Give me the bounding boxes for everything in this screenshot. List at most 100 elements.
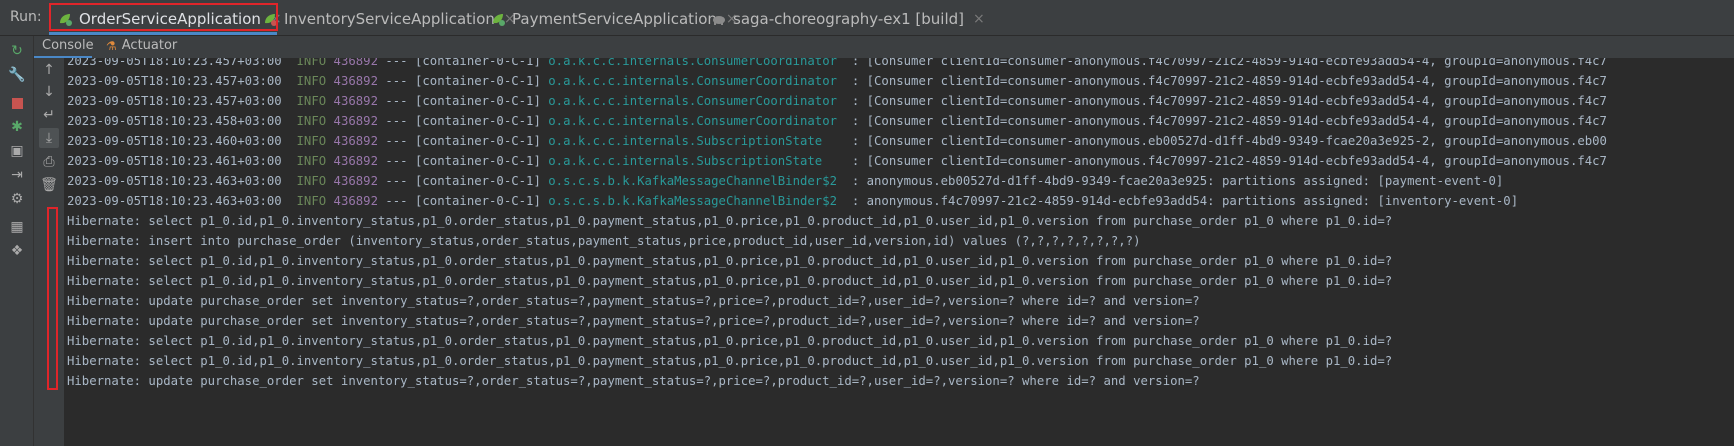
log-separator: --- [385, 194, 408, 208]
log-thread: [container-0-C-1] [415, 58, 541, 68]
log-timestamp: 2023-09-05T18:10:23.458+03:00 [67, 114, 282, 128]
hibernate-sql-line: Hibernate: update purchase_order set inv… [67, 374, 1200, 388]
log-separator: --- [385, 174, 408, 188]
log-level: INFO [296, 94, 327, 108]
tab-label: PaymentServiceApplication [512, 10, 717, 28]
tab-payment-service[interactable]: PaymentServiceApplication × [490, 4, 738, 34]
tab-label: saga-choreography-ex1 [build] [733, 10, 964, 28]
hibernate-sql-line: Hibernate: select p1_0.id,p1_0.inventory… [67, 214, 1393, 228]
log-line: 2023-09-05T18:10:23.463+03:00 INFO 43689… [67, 191, 1518, 211]
hibernate-sql-line: Hibernate: update purchase_order set inv… [67, 294, 1200, 308]
print-icon[interactable]: ⎙ [39, 152, 59, 172]
log-message: : [Consumer clientId=consumer-anonymous.… [851, 74, 1607, 88]
log-logger: o.a.k.c.c.internals.SubscriptionState [548, 134, 845, 148]
scroll-to-end-icon[interactable]: ⤓ [39, 128, 59, 148]
hibernate-sql-line: Hibernate: update purchase_order set inv… [67, 314, 1200, 328]
log-message: : [Consumer clientId=consumer-anonymous.… [851, 58, 1607, 68]
log-timestamp: 2023-09-05T18:10:23.457+03:00 [67, 94, 282, 108]
log-message: : [Consumer clientId=consumer-anonymous.… [851, 154, 1607, 168]
tab-label: InventoryServiceApplication [284, 10, 495, 28]
log-pid: 436892 [333, 194, 378, 208]
log-logger: o.a.k.c.c.internals.ConsumerCoordinator [548, 74, 845, 88]
log-message: : anonymous.eb00527d-d1ff-4bd9-9349-fcae… [851, 174, 1504, 188]
stop-icon[interactable] [8, 94, 26, 112]
log-level: INFO [296, 58, 327, 68]
log-pid: 436892 [333, 134, 378, 148]
hibernate-sql-line: Hibernate: select p1_0.id,p1_0.inventory… [67, 254, 1393, 268]
log-line: 2023-09-05T18:10:23.457+03:00 INFO 43689… [67, 58, 1607, 71]
log-pid: 436892 [333, 74, 378, 88]
spring-run-icon [265, 14, 277, 26]
debug-bug-icon[interactable]: ✱ [8, 118, 26, 136]
log-line: 2023-09-05T18:10:23.458+03:00 INFO 43689… [67, 111, 1607, 131]
log-line: 2023-09-05T18:10:23.463+03:00 INFO 43689… [67, 171, 1503, 191]
actuator-icon: ⚗ [106, 38, 117, 53]
log-timestamp: 2023-09-05T18:10:23.460+03:00 [67, 134, 282, 148]
log-separator: --- [385, 134, 408, 148]
layout-icon[interactable]: ▦ [8, 218, 26, 236]
run-label: Run: [10, 9, 42, 25]
wrench-icon[interactable]: 🔧 [8, 66, 26, 84]
log-pid: 436892 [333, 114, 378, 128]
log-separator: --- [385, 154, 408, 168]
hibernate-sql-line: Hibernate: select p1_0.id,p1_0.inventory… [67, 334, 1393, 348]
log-logger: o.a.k.c.c.internals.ConsumerCoordinator [548, 58, 845, 68]
arrow-down-icon[interactable]: ↓ [39, 82, 59, 102]
log-timestamp: 2023-09-05T18:10:23.463+03:00 [67, 194, 282, 208]
tab-gradle-build[interactable]: saga-choreography-ex1 [build] × [711, 4, 985, 34]
tab-order-service[interactable]: OrderServiceApplication × [57, 4, 282, 34]
log-message: : [Consumer clientId=consumer-anonymous.… [851, 114, 1607, 128]
hibernate-sql-line: Hibernate: select p1_0.id,p1_0.inventory… [67, 274, 1393, 288]
log-line: 2023-09-05T18:10:23.457+03:00 INFO 43689… [67, 71, 1607, 91]
active-tab-indicator [49, 32, 277, 35]
log-pid: 436892 [333, 154, 378, 168]
spring-run-icon [60, 14, 72, 26]
tab-actuator-label: Actuator [121, 38, 178, 53]
exit-icon[interactable]: ⇥ [8, 166, 26, 184]
log-separator: --- [385, 94, 408, 108]
log-level: INFO [296, 174, 327, 188]
log-separator: --- [385, 114, 408, 128]
log-level: INFO [296, 74, 327, 88]
log-message: : [Consumer clientId=consumer-anonymous.… [851, 94, 1607, 108]
log-thread: [container-0-C-1] [415, 114, 541, 128]
log-logger: o.a.k.c.c.internals.ConsumerCoordinator [548, 94, 845, 108]
run-toolbar: ↻ 🔧 ✱ ▣ ⇥ ⚙ ▦ ❖ [0, 36, 34, 446]
run-tool-window: Run: OrderServiceApplication × Inventory… [0, 0, 1734, 446]
hibernate-lines-highlight-annotation [47, 207, 58, 390]
log-level: INFO [296, 114, 327, 128]
console-subtabs: Console ⚗ Actuator [34, 36, 1734, 58]
tab-inventory-service[interactable]: InventoryServiceApplication × [262, 4, 516, 34]
log-thread: [container-0-C-1] [415, 74, 541, 88]
arrow-up-icon[interactable]: ↑ [39, 60, 59, 80]
log-thread: [container-0-C-1] [415, 154, 541, 168]
log-message: : [Consumer clientId=consumer-anonymous.… [851, 134, 1607, 148]
log-line: 2023-09-05T18:10:23.461+03:00 INFO 43689… [67, 151, 1607, 171]
log-message: : anonymous.f4c70997-21c2-4859-914d-ecbf… [851, 194, 1519, 208]
log-logger: o.a.k.c.c.internals.ConsumerCoordinator [548, 114, 845, 128]
hibernate-sql-line: Hibernate: insert into purchase_order (i… [67, 234, 1141, 248]
log-logger: o.a.k.c.c.internals.SubscriptionState [548, 154, 845, 168]
hibernate-sql-line: Hibernate: select p1_0.id,p1_0.inventory… [67, 354, 1393, 368]
tab-label: OrderServiceApplication [79, 10, 261, 28]
console-output[interactable]: 2023-09-05T18:10:23.457+03:00 INFO 43689… [65, 58, 1734, 446]
log-pid: 436892 [333, 58, 378, 68]
log-level: INFO [296, 194, 327, 208]
log-timestamp: 2023-09-05T18:10:23.461+03:00 [67, 154, 282, 168]
rerun-icon[interactable]: ↻ [8, 42, 26, 60]
pin-icon[interactable]: ❖ [8, 242, 26, 260]
trash-icon[interactable]: 🗑 [39, 175, 59, 195]
tab-actuator[interactable]: ⚗ Actuator [106, 38, 177, 53]
log-logger: o.s.c.s.b.k.KafkaMessageChannelBinder$2 [548, 174, 845, 188]
log-pid: 436892 [333, 94, 378, 108]
close-icon[interactable]: × [973, 11, 985, 27]
log-thread: [container-0-C-1] [415, 134, 541, 148]
log-line: 2023-09-05T18:10:23.460+03:00 INFO 43689… [67, 131, 1607, 151]
settings-search-icon[interactable]: ⚙ [8, 190, 26, 208]
tab-console[interactable]: Console [42, 38, 94, 53]
soft-wrap-icon[interactable]: ↵ [39, 105, 59, 125]
log-pid: 436892 [333, 174, 378, 188]
log-line: 2023-09-05T18:10:23.457+03:00 INFO 43689… [67, 91, 1607, 111]
camera-icon[interactable]: ▣ [8, 142, 26, 160]
log-separator: --- [385, 74, 408, 88]
